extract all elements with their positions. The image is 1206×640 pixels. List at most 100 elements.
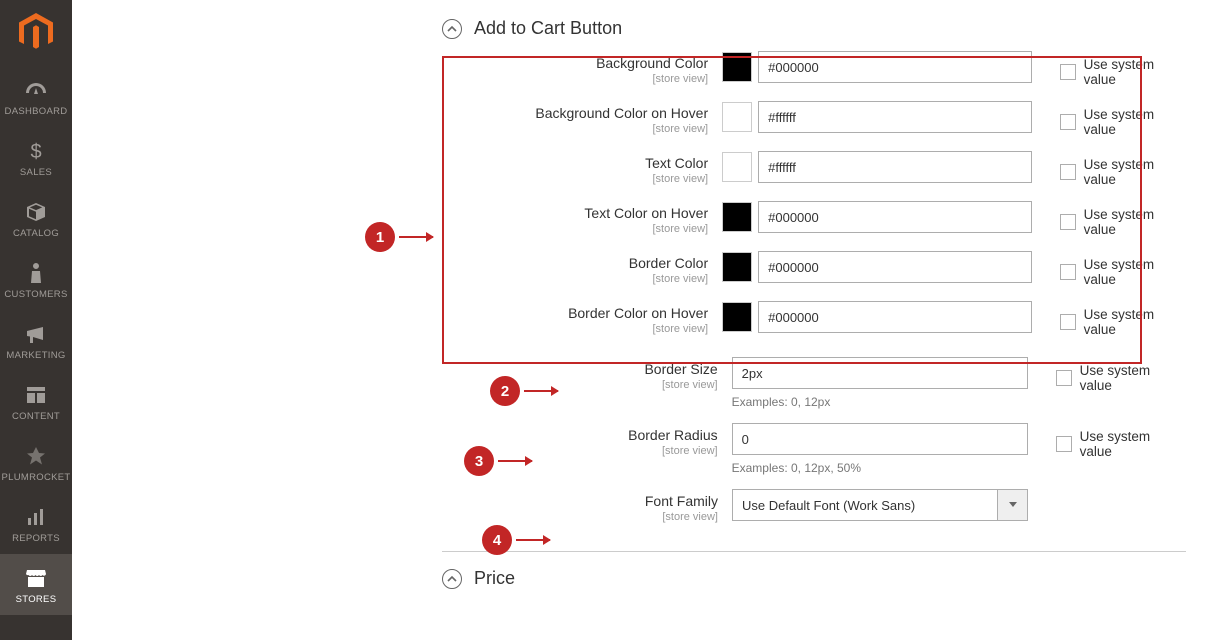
use-system-checkbox[interactable] [1060,214,1075,230]
annotation-2: 2 [490,376,558,406]
annotation-4: 4 [482,525,550,555]
field-label: Background Color [596,55,708,71]
annotation-1: 1 [365,222,433,252]
use-system-label: Use system value [1080,363,1186,393]
sidebar-item-label: CONTENT [12,411,60,422]
field-hint: Examples: 0, 12px, 50% [732,461,1028,475]
use-system-checkbox[interactable] [1060,64,1075,80]
sidebar-item-label: CATALOG [13,228,59,239]
person-icon [29,261,43,285]
use-system-checkbox[interactable] [1056,370,1072,386]
section-price: Price [442,568,1186,589]
field-label: Font Family [645,493,718,509]
sidebar-item-sales[interactable]: $ SALES [0,127,72,188]
use-system-label: Use system value [1084,257,1186,287]
color-swatch[interactable] [722,202,752,232]
font-family-select[interactable]: Use Default Font (Work Sans) [732,489,1028,521]
text-color-hover-input[interactable] [758,201,1032,233]
annotation-number: 2 [490,376,520,406]
field-text-color: Text Color [store view] Use system value [442,151,1186,187]
annotation-3: 3 [464,446,532,476]
field-scope: [store view] [442,273,708,285]
stores-icon [25,566,47,590]
admin-sidebar: DASHBOARD $ SALES CATALOG CUSTOMERS MARK… [0,0,72,640]
magento-logo[interactable] [16,12,56,52]
arrow-right-icon [524,390,558,392]
annotation-number: 1 [365,222,395,252]
use-system-label: Use system value [1084,57,1186,87]
sidebar-item-plumrocket[interactable]: PLUMROCKET [0,432,72,493]
megaphone-icon [25,322,47,346]
sidebar-item-label: SALES [20,167,52,178]
section-header[interactable]: Price [442,568,1186,589]
bg-color-hover-input[interactable] [758,101,1032,133]
field-bg-color: Background Color [store view] Use system… [442,51,1186,87]
section-add-to-cart: Add to Cart Button Background Color [sto… [442,18,1186,523]
field-scope: [store view] [442,379,718,391]
field-label: Background Color on Hover [535,105,708,121]
annotation-number: 4 [482,525,512,555]
sidebar-item-content[interactable]: CONTENT [0,371,72,432]
svg-text:$: $ [30,141,41,162]
bg-color-input[interactable] [758,51,1032,83]
field-scope: [store view] [442,511,718,523]
field-scope: [store view] [442,223,708,235]
arrow-right-icon [516,539,550,541]
field-label: Border Color [629,255,708,271]
field-scope: [store view] [442,73,708,85]
field-label: Border Color on Hover [568,305,708,321]
field-label: Border Radius [628,427,718,443]
color-swatch[interactable] [722,302,752,332]
collapse-icon[interactable] [442,19,462,39]
field-border-color-hover: Border Color on Hover [store view] Use s… [442,301,1186,337]
sidebar-item-label: PLUMROCKET [2,472,71,483]
field-hint: Examples: 0, 12px [732,395,1028,409]
collapse-icon[interactable] [442,569,462,589]
use-system-checkbox[interactable] [1056,436,1072,452]
use-system-label: Use system value [1084,107,1186,137]
main-content: Add to Cart Button Background Color [sto… [72,0,1206,640]
color-swatch[interactable] [722,152,752,182]
color-swatch[interactable] [722,52,752,82]
field-label: Text Color [645,155,708,171]
use-system-label: Use system value [1084,157,1186,187]
border-size-input[interactable] [732,357,1028,389]
text-color-input[interactable] [758,151,1032,183]
sidebar-item-label: CUSTOMERS [4,289,67,300]
layout-icon [26,383,46,407]
use-system-checkbox[interactable] [1060,114,1075,130]
field-bg-color-hover: Background Color on Hover [store view] U… [442,101,1186,137]
field-label: Border Size [644,361,717,377]
sidebar-item-customers[interactable]: CUSTOMERS [0,249,72,310]
border-color-hover-input[interactable] [758,301,1032,333]
barchart-icon [26,505,46,529]
field-scope: [store view] [442,173,708,185]
use-system-checkbox[interactable] [1060,314,1075,330]
arrow-right-icon [399,236,433,238]
use-system-label: Use system value [1084,307,1186,337]
sidebar-item-reports[interactable]: REPORTS [0,493,72,554]
section-divider [442,551,1186,552]
select-value: Use Default Font (Work Sans) [742,498,915,513]
color-swatch[interactable] [722,252,752,282]
sidebar-item-marketing[interactable]: MARKETING [0,310,72,371]
use-system-checkbox[interactable] [1060,164,1075,180]
field-font-family: Font Family [store view] Use Default Fon… [442,489,1186,523]
border-radius-input[interactable] [732,423,1028,455]
field-label: Text Color on Hover [584,205,708,221]
border-color-input[interactable] [758,251,1032,283]
sidebar-item-label: REPORTS [12,533,60,544]
sidebar-item-stores[interactable]: STORES [0,554,72,615]
color-swatch[interactable] [722,102,752,132]
section-header[interactable]: Add to Cart Button [442,18,1186,39]
dollar-icon: $ [29,139,43,163]
field-border-color: Border Color [store view] Use system val… [442,251,1186,287]
sidebar-item-catalog[interactable]: CATALOG [0,188,72,249]
use-system-label: Use system value [1084,207,1186,237]
sidebar-item-dashboard[interactable]: DASHBOARD [0,66,72,127]
box-icon [25,200,47,224]
annotation-number: 3 [464,446,494,476]
use-system-checkbox[interactable] [1060,264,1075,280]
section-title: Add to Cart Button [474,18,622,39]
field-scope: [store view] [442,123,708,135]
